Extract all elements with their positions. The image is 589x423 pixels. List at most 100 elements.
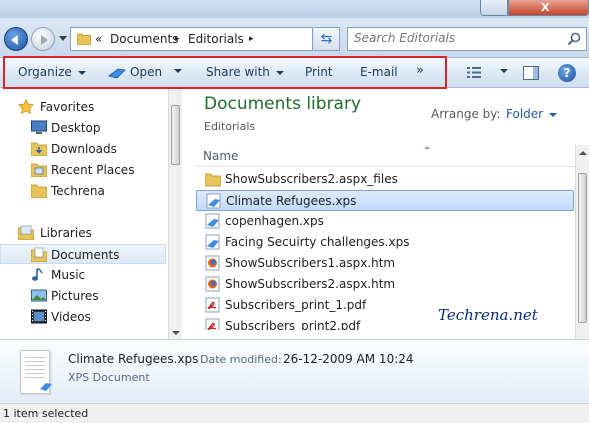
navigation-pane: Favorites Desktop Downloads Recent Place… — [0, 89, 168, 339]
sidebar-item-techrena[interactable]: Techrena — [0, 181, 166, 201]
help-icon[interactable]: ? — [558, 64, 576, 82]
overflow-chevron[interactable]: « — [95, 32, 102, 46]
sidebar-item-videos[interactable]: Videos — [0, 307, 166, 327]
breadcrumb-editorials[interactable]: Editorials — [188, 32, 244, 46]
arrange-by-value: Folder — [506, 107, 544, 121]
firefox-html-icon — [205, 276, 220, 292]
sidebar-item-recent-places[interactable]: Recent Places — [0, 160, 166, 180]
highlight-box — [3, 56, 447, 89]
xps-viewer-icon — [40, 383, 52, 391]
chevron-down-icon — [500, 68, 508, 73]
watermark: Techrena.net — [438, 306, 538, 324]
list-item[interactable]: ShowSubscribers2.aspx_files — [196, 169, 574, 190]
file-name: ShowSubscribers2.aspx.htm — [225, 277, 396, 291]
firefox-html-icon — [205, 255, 220, 271]
scrollbar-thumb[interactable] — [578, 173, 587, 323]
recent-pages-dropdown[interactable] — [59, 36, 67, 41]
view-options-dropdown[interactable] — [494, 63, 508, 77]
sidebar-item-label: Techrena — [51, 184, 105, 198]
close-button[interactable]: X — [508, 0, 589, 16]
sidebar-item-label: Desktop — [51, 121, 101, 135]
address-row: « Documents ▸ Editorials ▸ ⇆ — [0, 18, 589, 58]
pane-splitter[interactable] — [182, 89, 196, 339]
breadcrumb-documents[interactable]: Documents — [110, 32, 178, 46]
nav-libraries-label: Libraries — [40, 226, 92, 240]
file-name: Subscribers_print_1.pdf — [225, 298, 367, 312]
documents-library-icon — [31, 247, 47, 262]
star-icon — [18, 99, 34, 114]
details-file-name: Climate Refugees.xps — [68, 352, 199, 366]
nav-favorites-label: Favorites — [40, 100, 95, 114]
back-button[interactable] — [4, 27, 28, 51]
library-title: Documents library — [204, 94, 362, 114]
navigation-scrollbar[interactable] — [168, 89, 182, 339]
title-bar: X — [0, 0, 589, 20]
list-item[interactable]: Facing Secuirty challenges.xps — [196, 232, 574, 253]
sidebar-item-label: Recent Places — [51, 163, 135, 177]
change-view-icon[interactable] — [467, 66, 483, 79]
file-name: Subscribers_print2.pdf — [225, 319, 361, 330]
refresh-button[interactable]: ⇆ — [314, 27, 340, 51]
file-name: copenhagen.xps — [225, 214, 324, 228]
search-box[interactable] — [347, 27, 587, 51]
scrollbar-thumb[interactable] — [171, 105, 180, 165]
folder-icon — [31, 184, 47, 198]
file-type: XPS Document — [68, 371, 150, 384]
nav-favorites[interactable]: Favorites — [0, 97, 166, 117]
column-header-label: Name — [203, 149, 239, 163]
scroll-up-icon[interactable] — [579, 151, 587, 155]
column-header-name[interactable]: Name — [196, 145, 575, 167]
folder-icon — [205, 173, 221, 187]
arrange-by-dropdown[interactable]: Folder — [506, 107, 558, 121]
search-input[interactable] — [354, 31, 564, 45]
sidebar-item-label: Documents — [51, 248, 120, 262]
breadcrumb-separator-icon[interactable]: ▸ — [175, 34, 180, 44]
chevron-down-icon — [549, 112, 558, 117]
sidebar-item-label: Pictures — [51, 289, 99, 303]
xps-file-icon — [205, 234, 220, 250]
list-item[interactable]: copenhagen.xps — [196, 211, 574, 232]
restore-button[interactable] — [480, 0, 508, 16]
desktop-icon — [31, 120, 47, 134]
library-subtitle: Editorials — [204, 120, 256, 133]
list-item[interactable]: ShowSubscribers1.aspx.htm — [196, 253, 574, 274]
recent-places-icon — [31, 163, 47, 177]
sidebar-item-music[interactable]: Music — [0, 265, 166, 285]
file-name: ShowSubscribers1.aspx.htm — [225, 256, 396, 270]
list-item[interactable]: ShowSubscribers2.aspx.htm — [196, 274, 574, 295]
sidebar-item-label: Videos — [51, 310, 91, 324]
xps-file-icon — [206, 193, 221, 209]
forward-button[interactable] — [31, 27, 55, 51]
scroll-down-icon[interactable] — [172, 331, 180, 335]
libraries-icon — [18, 225, 34, 240]
status-bar: 1 item selected — [0, 403, 589, 423]
search-icon[interactable] — [567, 32, 581, 46]
nav-libraries[interactable]: Libraries — [0, 223, 166, 243]
address-bar[interactable]: « Documents ▸ Editorials ▸ — [70, 27, 313, 51]
sidebar-item-pictures[interactable]: Pictures — [0, 286, 166, 306]
file-thumbnail — [20, 350, 52, 394]
sidebar-item-label: Music — [51, 268, 86, 282]
file-name: Climate Refugees.xps — [226, 194, 357, 208]
folder-icon — [77, 33, 91, 45]
preview-pane-icon[interactable] — [523, 66, 539, 80]
pictures-icon — [31, 289, 47, 302]
music-icon — [32, 268, 43, 281]
details-pane: Climate Refugees.xps Date modified: 26-1… — [0, 339, 589, 403]
arrange-by-label: Arrange by: — [431, 107, 501, 121]
sidebar-item-label: Downloads — [51, 142, 117, 156]
breadcrumb-separator-icon[interactable]: ▸ — [249, 34, 254, 44]
videos-icon — [31, 309, 47, 324]
content-scrollbar[interactable] — [575, 145, 589, 339]
status-text: 1 item selected — [3, 407, 89, 420]
xps-file-icon — [205, 213, 220, 229]
content-pane: Documents library Editorials Arrange by:… — [196, 89, 589, 339]
sidebar-item-documents[interactable]: Documents — [0, 244, 166, 264]
downloads-folder-icon — [31, 142, 47, 156]
list-item[interactable]: Climate Refugees.xps — [196, 190, 574, 211]
sort-ascending-icon — [424, 146, 430, 149]
sidebar-item-desktop[interactable]: Desktop — [0, 118, 166, 138]
refresh-icon: ⇆ — [320, 31, 333, 47]
date-modified-value: 26-12-2009 AM 10:24 — [283, 352, 414, 366]
sidebar-item-downloads[interactable]: Downloads — [0, 139, 166, 159]
